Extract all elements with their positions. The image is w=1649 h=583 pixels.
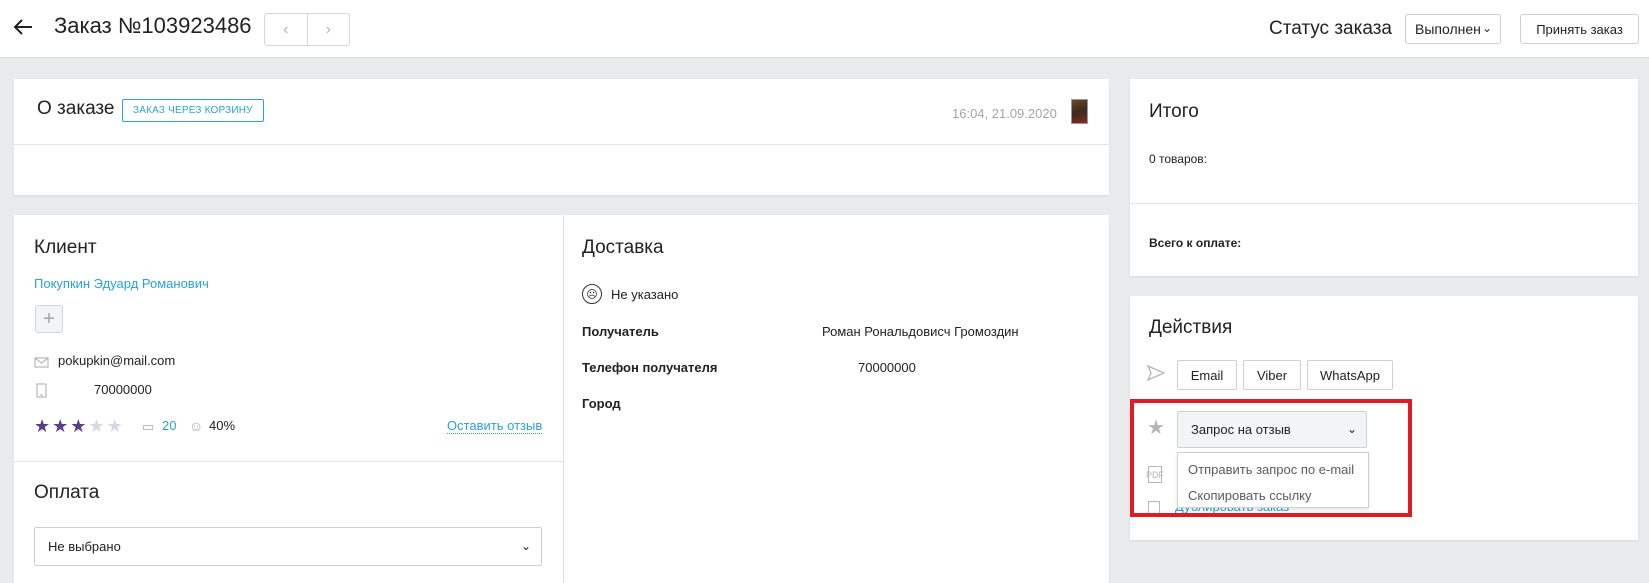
whatsapp-button[interactable]: WhatsApp [1307,360,1393,390]
send-icon [1147,365,1165,381]
star-icon: ★ [88,416,107,436]
delivery-title: Доставка [582,237,664,258]
items-count: 0 товаров: [1149,152,1208,166]
next-order-button[interactable]: › [306,14,350,45]
about-order-card: О заказе ЗАКАЗ ЧЕРЕЗ КОРЗИНУ 16:04, 21.0… [14,79,1109,195]
star-icon: ★ [70,416,89,436]
sad-face-icon: ☹ [582,284,602,304]
recipient-label: Получатель [582,324,659,339]
divider [14,144,1109,145]
city-label: Город [582,396,621,411]
recipient-value: Роман Рональдовисч Громоздин [822,324,1019,339]
order-status-value: Выполнен [1415,21,1481,37]
payment-method-select[interactable]: Не выбрано ⌄ [34,527,542,566]
payment-title: Оплата [34,482,100,503]
client-email: pokupkin@mail.com [58,353,176,368]
actions-title: Действия [1149,317,1233,338]
email-button[interactable]: Email [1177,360,1237,390]
divider [1130,203,1638,204]
payment-method-value: Не выбрано [48,539,121,554]
delivery-card: Доставка ☹ Не указано Получатель Роман Р… [564,215,1109,583]
client-phone: 70000000 [94,382,152,397]
mail-icon [34,357,49,368]
phone-icon [36,383,47,398]
chevron-down-icon: ⌄ [520,539,531,553]
highlight-box [1130,399,1412,517]
order-navigation: ‹ › [264,13,350,46]
divider [14,461,563,462]
top-bar: Заказ №103923486 ‹ › Статус заказа Выпол… [0,0,1649,58]
viber-button[interactable]: Viber [1243,360,1301,390]
star-icon: ★ [52,416,71,436]
leave-review-link[interactable]: Оставить отзыв [447,418,543,434]
about-order-title: О заказе [37,98,115,119]
chevron-down-icon: ⌄ [1481,21,1492,35]
positive-percent: 40% [209,418,236,433]
client-rating: ★★★★★ [34,416,125,437]
accept-order-button[interactable]: Принять заказ [1520,14,1639,44]
previous-order-button[interactable]: ‹ [265,14,307,45]
star-icon: ★ [34,416,53,436]
order-status-label: Статус заказа [1269,18,1392,39]
order-title: Заказ №103923486 [54,13,252,38]
client-name-link[interactable]: Покупкин Эдуард Романович [34,276,209,291]
order-source-badge: ЗАКАЗ ЧЕРЕЗ КОРЗИНУ [122,99,264,122]
add-client-button[interactable]: + [35,305,63,333]
reviews-count-link[interactable]: 20 [162,418,176,433]
star-icon: ★ [106,416,125,436]
comment-icon: ▭ [142,419,155,434]
order-status-select[interactable]: Выполнен ⌄ [1405,14,1501,44]
recipient-phone-value: 70000000 [858,360,916,375]
recipient-phone-label: Телефон получателя [582,360,718,375]
smile-icon: ☺ [189,418,204,434]
chevron-right-icon: › [325,20,331,38]
order-datetime: 16:04, 21.09.2020 [952,106,1057,121]
client-card: Клиент Покупкин Эдуард Романович + pokup… [14,215,563,583]
total-title: Итого [1149,101,1199,122]
delivery-status: Не указано [611,287,679,302]
total-card: Итого 0 товаров: Всего к оплате: [1130,79,1638,276]
chevron-left-icon: ‹ [283,20,289,38]
back-arrow-icon[interactable] [12,16,34,38]
plus-icon: + [43,307,55,330]
client-title: Клиент [34,237,97,258]
manager-avatar[interactable] [1071,99,1088,124]
total-to-pay-label: Всего к оплате: [1149,236,1242,250]
